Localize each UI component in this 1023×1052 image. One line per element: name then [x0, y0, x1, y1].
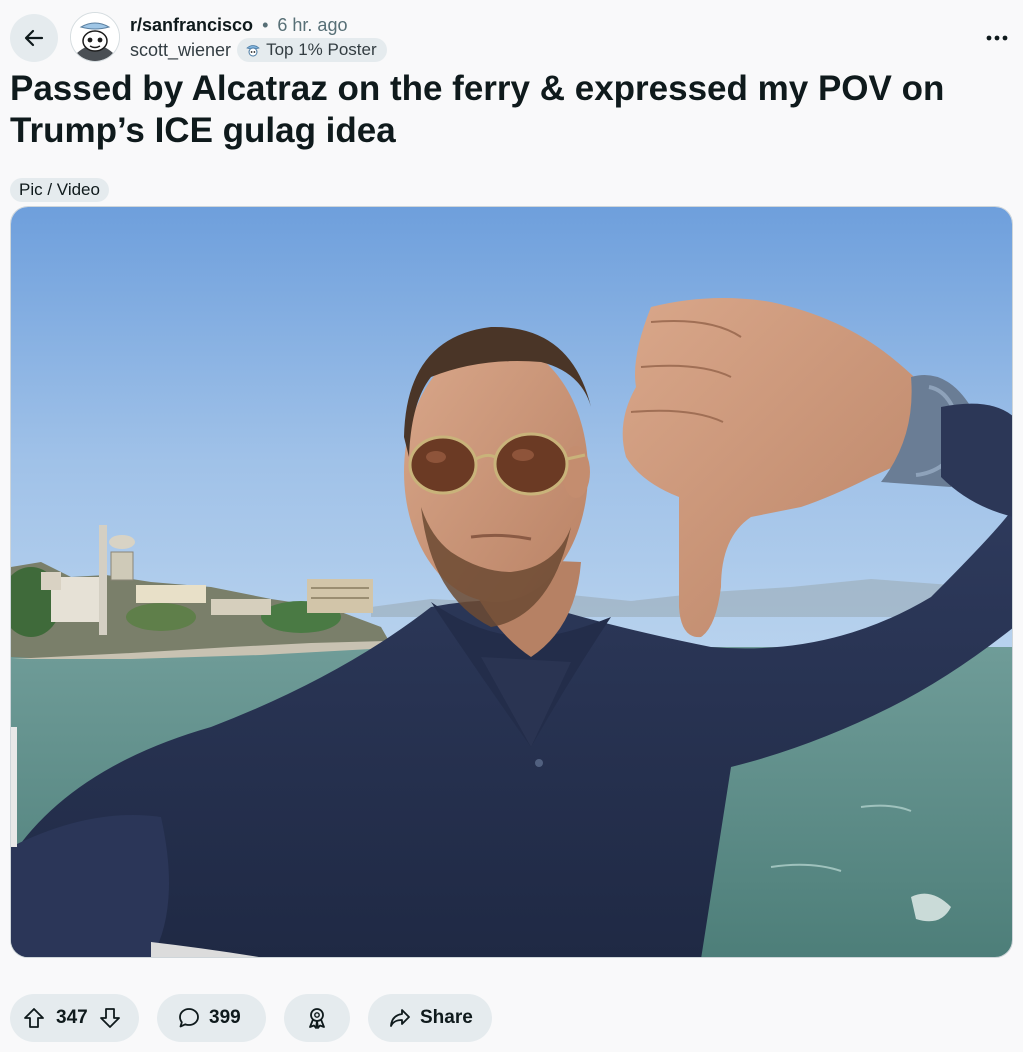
- comment-count: 399: [209, 1007, 241, 1028]
- user-flair-badge: Top 1% Poster: [237, 38, 387, 62]
- award-ribbon-icon: [305, 1006, 329, 1030]
- arrow-up-icon[interactable]: [22, 1006, 46, 1030]
- author-username[interactable]: scott_wiener: [130, 39, 231, 61]
- upvote-count: 347: [56, 1007, 88, 1028]
- more-options-button[interactable]: [983, 24, 1011, 52]
- contributor-badge-icon: [245, 42, 261, 58]
- subreddit-name[interactable]: r/sanfrancisco: [130, 15, 253, 35]
- award-button[interactable]: [284, 994, 350, 1042]
- post-header: r/sanfrancisco • 6 hr. ago scott_wiener …: [10, 12, 1013, 64]
- arrow-down-icon[interactable]: [98, 1006, 122, 1030]
- post-time: 6 hr. ago: [277, 15, 348, 35]
- author-line: scott_wiener Top 1% Poster: [130, 38, 387, 62]
- share-label: Share: [420, 1007, 473, 1028]
- subreddit-line: r/sanfrancisco • 6 hr. ago: [130, 14, 347, 36]
- share-arrow-icon: [388, 1006, 412, 1030]
- comments-button[interactable]: 399: [157, 994, 266, 1042]
- post-action-bar: 347 399 Share: [10, 994, 492, 1042]
- post-page: r/sanfrancisco • 6 hr. ago scott_wiener …: [0, 0, 1023, 1052]
- post-flair-tag[interactable]: Pic / Video: [10, 178, 109, 202]
- share-button[interactable]: Share: [368, 994, 492, 1042]
- separator-dot: •: [262, 15, 269, 35]
- comment-bubble-icon: [177, 1006, 201, 1030]
- more-horizontal-icon: [986, 35, 1008, 41]
- post-image[interactable]: [10, 206, 1013, 958]
- subreddit-avatar[interactable]: [70, 12, 120, 62]
- arrow-left-icon: [22, 26, 46, 50]
- back-button[interactable]: [10, 14, 58, 62]
- post-title[interactable]: Passed by Alcatraz on the ferry & expres…: [10, 68, 1000, 152]
- flair-label: Top 1% Poster: [266, 40, 377, 59]
- vote-control: 347: [10, 994, 139, 1042]
